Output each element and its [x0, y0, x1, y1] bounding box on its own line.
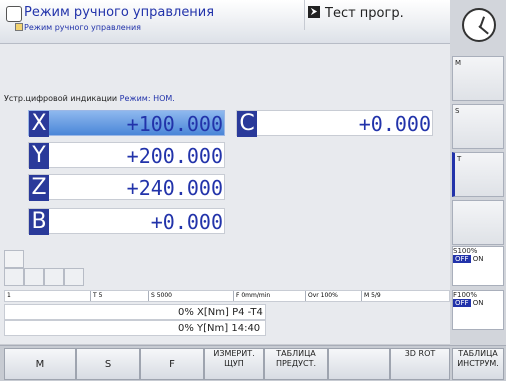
status-cell-3: [44, 268, 64, 286]
status-ovr: Ovr 100%: [305, 291, 361, 301]
axis-b-value: +0.000: [150, 210, 223, 234]
softkey-s-label: S: [104, 359, 112, 370]
axis-y-name: Y: [29, 143, 49, 169]
right-key-empty[interactable]: [452, 200, 504, 245]
softkey-3d-rot-label: 3D ROT: [404, 349, 436, 358]
axis-x-display[interactable]: X +100.000: [28, 110, 225, 137]
right-key-t[interactable]: T: [452, 152, 504, 197]
axis-x-name: X: [29, 111, 49, 137]
softkey-m-label: M: [35, 359, 45, 370]
axis-z-value: +240.000: [126, 176, 223, 200]
right-key-t-label: T: [457, 155, 462, 163]
softkey-tool-table[interactable]: ТАБЛИЦА ИНСТРУМ.: [452, 348, 504, 380]
spindle-override-label: S100%: [453, 247, 478, 255]
right-key-m[interactable]: M: [452, 56, 504, 101]
status-feed: F 0mm/min: [233, 291, 305, 301]
softkey-3d-rot[interactable]: 3D ROT: [390, 348, 450, 380]
axis-c-name: C: [237, 111, 257, 137]
softkey-s[interactable]: S: [76, 348, 140, 380]
status-cell-2: [24, 268, 44, 286]
softkey-f[interactable]: F: [140, 348, 204, 380]
feed-override[interactable]: F100% OFF ON: [452, 290, 504, 330]
softkey-m[interactable]: M: [4, 348, 76, 380]
display-status-line: Устр.цифровой индикации Режим: НОМ.: [4, 94, 175, 103]
status-spindle: S 5000: [148, 291, 233, 301]
softkey-empty[interactable]: [328, 348, 390, 380]
page-title: Режим ручного управления: [24, 5, 215, 20]
status-item-1: 1: [5, 291, 90, 301]
axis-z-display[interactable]: Z +240.000: [28, 174, 225, 201]
softkey-probe[interactable]: ИЗМЕРИТ. ЩУП: [204, 348, 264, 380]
axis-c-display[interactable]: C +0.000: [236, 110, 433, 137]
spindle-override-on: ON: [472, 255, 484, 263]
feed-override-label: F100%: [453, 291, 478, 299]
program-mode-icon: ⮞: [308, 6, 320, 18]
softkey-probe-line2: ЩУП: [224, 359, 244, 368]
status-tool: T 5: [90, 291, 148, 301]
softkey-preset-line1: ТАБЛИЦА: [276, 349, 316, 358]
page-subtitle: Режим ручного управления: [24, 23, 141, 32]
axis-c-value: +0.000: [358, 112, 431, 136]
status-cell-1: [4, 268, 24, 286]
status-item-1-label: 1: [7, 292, 11, 299]
axis-b-display[interactable]: B +0.000: [28, 208, 225, 235]
softkey-tool-table-line1: ТАБЛИЦА: [458, 349, 498, 358]
load-text-y: 0% Y[Nm] 14:40: [178, 323, 261, 334]
right-key-s-label: S: [455, 107, 460, 115]
status-cell-4: [64, 268, 84, 286]
softkey-f-label: F: [169, 359, 175, 370]
softkey-probe-line1: ИЗМЕРИТ.: [213, 349, 255, 358]
spindle-override-state: OFF: [453, 255, 471, 263]
axis-x-value: +100.000: [126, 112, 223, 136]
clock-icon[interactable]: [462, 8, 496, 42]
softkey-preset-table[interactable]: ТАБЛИЦА ПРЕДУСТ.: [264, 348, 328, 380]
program-mode-label: Тест прогр.: [325, 6, 404, 21]
spindle-override[interactable]: S100% OFF ON: [452, 246, 504, 286]
axis-b-name: B: [29, 209, 49, 235]
feed-override-state: OFF: [453, 299, 471, 307]
axis-y-display[interactable]: Y +200.000: [28, 142, 225, 169]
subtitle-icon: [15, 23, 23, 31]
feed-override-on: ON: [472, 299, 484, 307]
status-m: M 5/9: [361, 291, 451, 301]
manual-mode-icon: [6, 6, 22, 22]
softkey-tool-table-line2: ИНСТРУМ.: [457, 359, 499, 368]
status-prefix: Устр.цифровой индикации: [4, 94, 118, 103]
right-key-m-label: M: [455, 59, 462, 67]
load-text-x: 0% X[Nm] P4 -T4: [178, 307, 263, 318]
bottom-status-bar: 1 T 5 S 5000 F 0mm/min Ovr 100% M 5/9: [4, 290, 450, 302]
softkey-preset-line2: ПРЕДУСТ.: [275, 359, 317, 368]
axis-y-value: +200.000: [126, 144, 223, 168]
axis-z-name: Z: [29, 175, 49, 201]
status-mode: Режим: НОМ.: [119, 94, 175, 103]
right-key-s[interactable]: S: [452, 104, 504, 149]
reference-icon[interactable]: [4, 250, 24, 268]
